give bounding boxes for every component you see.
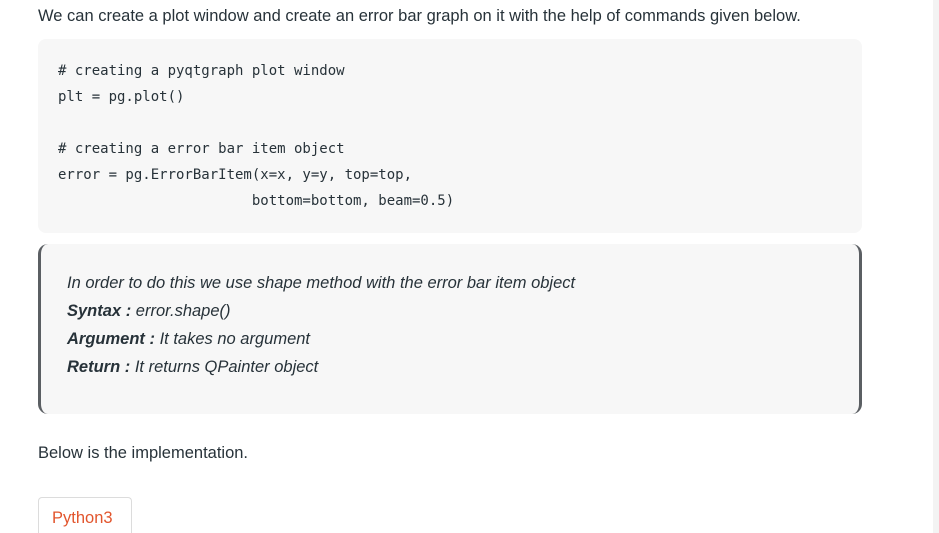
- note-box: In order to do this we use shape method …: [38, 244, 862, 414]
- return-value: It returns QPainter object: [130, 358, 319, 376]
- code-line: # creating a error bar item object: [58, 141, 345, 157]
- code-block: # creating a pyqtgraph plot window plt =…: [38, 39, 862, 233]
- note-argument: Argument : It takes no argument: [67, 328, 310, 350]
- code-line: bottom=bottom, beam=0.5): [58, 193, 455, 209]
- code-line: error = pg.ErrorBarItem(x=x, y=y, top=to…: [58, 167, 413, 183]
- code-line: # creating a pyqtgraph plot window: [58, 63, 345, 79]
- note-syntax: Syntax : error.shape(): [67, 300, 231, 322]
- note-description: In order to do this we use shape method …: [67, 274, 576, 292]
- argument-value: It takes no argument: [155, 330, 311, 348]
- implementation-paragraph: Below is the implementation.: [38, 444, 249, 462]
- syntax-value: error.shape(): [131, 302, 231, 320]
- scroll-gutter: [933, 0, 939, 533]
- note-return: Return : It returns QPainter object: [67, 356, 318, 378]
- intro-paragraph: We can create a plot window and create a…: [38, 7, 801, 25]
- return-label: Return :: [67, 358, 131, 376]
- tab-python3[interactable]: Python3: [38, 497, 132, 533]
- syntax-label: Syntax :: [67, 302, 132, 320]
- code-line: plt = pg.plot(): [58, 89, 185, 105]
- argument-label: Argument :: [67, 330, 155, 348]
